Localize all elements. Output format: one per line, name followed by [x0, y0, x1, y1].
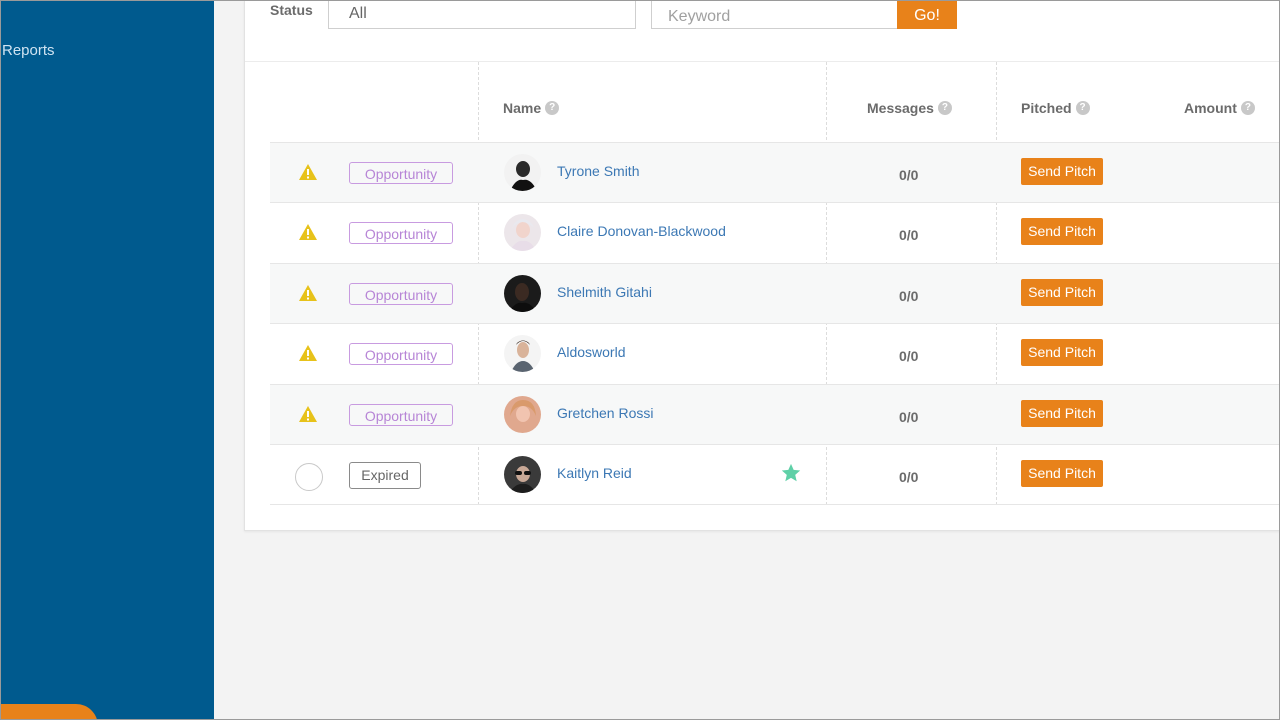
send-pitch-button[interactable]: Send Pitch: [1021, 460, 1103, 487]
help-icon[interactable]: ?: [545, 101, 560, 115]
warning-icon: [299, 164, 317, 180]
column-header-pitched[interactable]: Pitched ?: [1021, 100, 1090, 116]
status-badge: Opportunity: [349, 162, 453, 184]
table-row: Expired Kaitlyn Reid 0/0 Send Pitch: [270, 444, 1280, 504]
status-badge: Opportunity: [349, 222, 453, 244]
status-badge: Expired: [349, 462, 421, 489]
send-pitch-button[interactable]: Send Pitch: [1021, 339, 1103, 366]
column-header-messages[interactable]: Messages ?: [867, 100, 952, 116]
table-row: Opportunity Tyrone Smith 0/0 Send Pitch: [270, 142, 1280, 202]
help-icon[interactable]: ?: [937, 101, 952, 115]
sidebar-action-button[interactable]: [0, 704, 98, 720]
avatar: [504, 335, 541, 372]
person-name-link[interactable]: Gretchen Rossi: [557, 405, 653, 421]
help-icon[interactable]: ?: [1240, 101, 1255, 115]
status-select[interactable]: All: [328, 0, 636, 29]
status-badge: Opportunity: [349, 404, 453, 426]
keyword-input[interactable]: [651, 0, 899, 29]
status-badge: Opportunity: [349, 283, 453, 305]
sidebar: Reports: [0, 0, 214, 720]
star-icon[interactable]: [780, 462, 802, 484]
select-circle[interactable]: [295, 463, 323, 491]
table-row: Opportunity Shelmith Gitahi 0/0 Send Pit…: [270, 263, 1280, 323]
table-top-divider: [245, 61, 1280, 62]
messages-count: 0/0: [899, 409, 919, 425]
send-pitch-button[interactable]: Send Pitch: [1021, 218, 1103, 245]
help-icon[interactable]: ?: [1075, 101, 1090, 115]
table-row: Opportunity Claire Donovan-Blackwood 0/0…: [270, 202, 1280, 262]
column-header-amount[interactable]: Amount ?: [1184, 100, 1255, 116]
send-pitch-button[interactable]: Send Pitch: [1021, 400, 1103, 427]
status-label: Status: [270, 2, 313, 18]
person-name-link[interactable]: Claire Donovan-Blackwood: [557, 223, 726, 239]
person-name-link[interactable]: Shelmith Gitahi: [557, 284, 652, 300]
table-bottom-divider: [270, 504, 1280, 505]
person-name-link[interactable]: Tyrone Smith: [557, 163, 639, 179]
warning-icon: [299, 224, 317, 240]
sidebar-item-reports[interactable]: Reports: [2, 42, 55, 59]
avatar: [504, 275, 541, 312]
warning-icon: [299, 345, 317, 361]
messages-count: 0/0: [899, 348, 919, 364]
messages-count: 0/0: [899, 288, 919, 304]
messages-count: 0/0: [899, 167, 919, 183]
table-row: Opportunity Aldosworld 0/0 Send Pitch: [270, 323, 1280, 383]
avatar: [504, 154, 541, 191]
send-pitch-button[interactable]: Send Pitch: [1021, 279, 1103, 306]
messages-count: 0/0: [899, 469, 919, 485]
messages-count: 0/0: [899, 227, 919, 243]
avatar: [504, 396, 541, 433]
column-header-name[interactable]: Name ?: [503, 100, 560, 116]
person-name-link[interactable]: Kaitlyn Reid: [557, 465, 632, 481]
status-badge: Opportunity: [349, 343, 453, 365]
person-name-link[interactable]: Aldosworld: [557, 344, 625, 360]
go-button[interactable]: Go!: [897, 0, 957, 29]
avatar: [504, 456, 541, 493]
warning-icon: [299, 285, 317, 301]
table-row: Opportunity Gretchen Rossi 0/0 Send Pitc…: [270, 384, 1280, 444]
avatar: [504, 214, 541, 251]
send-pitch-button[interactable]: Send Pitch: [1021, 158, 1103, 185]
warning-icon: [299, 406, 317, 422]
